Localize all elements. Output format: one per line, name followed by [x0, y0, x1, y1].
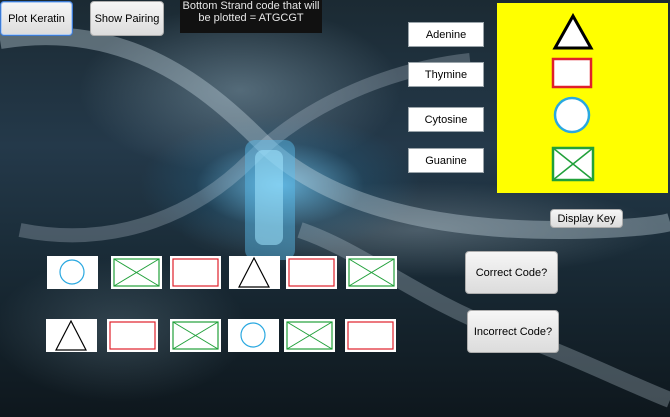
crossed-box-icon [286, 321, 333, 350]
rectangle-icon [551, 57, 593, 89]
crossed-box-icon [113, 258, 160, 287]
correct-code-button[interactable]: Correct Code? [465, 251, 558, 294]
triangle-icon [238, 256, 270, 288]
symbol-key-panel [497, 3, 668, 193]
circle-icon [59, 259, 85, 285]
plot-keratin-button[interactable]: Plot Keratin [0, 1, 73, 36]
strand-tile [346, 256, 397, 289]
rectangle-icon [172, 258, 219, 287]
adenine-label: Adenine [408, 22, 484, 47]
crossed-box-icon [551, 146, 595, 182]
strand-tile [46, 319, 97, 352]
info-line-2: be plotted = ATGCGT [198, 12, 304, 24]
strand-tile [111, 256, 162, 289]
circle-icon [240, 322, 266, 348]
cytosine-label: Cytosine [408, 107, 484, 132]
rectangle-icon [347, 321, 394, 350]
strand-tile [229, 256, 280, 289]
strand-tile [228, 319, 279, 352]
strand-tile [170, 256, 221, 289]
rectangle-icon [288, 258, 335, 287]
strand-tile [345, 319, 396, 352]
strand-tile [286, 256, 337, 289]
show-pairing-button[interactable]: Show Pairing [90, 1, 164, 36]
incorrect-code-button[interactable]: Incorrect Code? [467, 310, 559, 353]
strand-tile [170, 319, 221, 352]
rectangle-icon [109, 321, 156, 350]
strand-tile [47, 256, 98, 289]
strand-tile [107, 319, 158, 352]
bottom-strand-info: Bottom Strand code that will be plotted … [180, 0, 322, 33]
circle-icon [553, 96, 591, 134]
crossed-box-icon [348, 258, 395, 287]
crossed-box-icon [172, 321, 219, 350]
info-line-1: Bottom Strand code that will [182, 0, 320, 12]
triangle-icon [552, 13, 594, 50]
strand-tile [284, 319, 335, 352]
thymine-label: Thymine [408, 62, 484, 87]
guanine-label: Guanine [408, 148, 484, 173]
triangle-icon [55, 319, 87, 351]
display-key-button[interactable]: Display Key [550, 209, 623, 228]
